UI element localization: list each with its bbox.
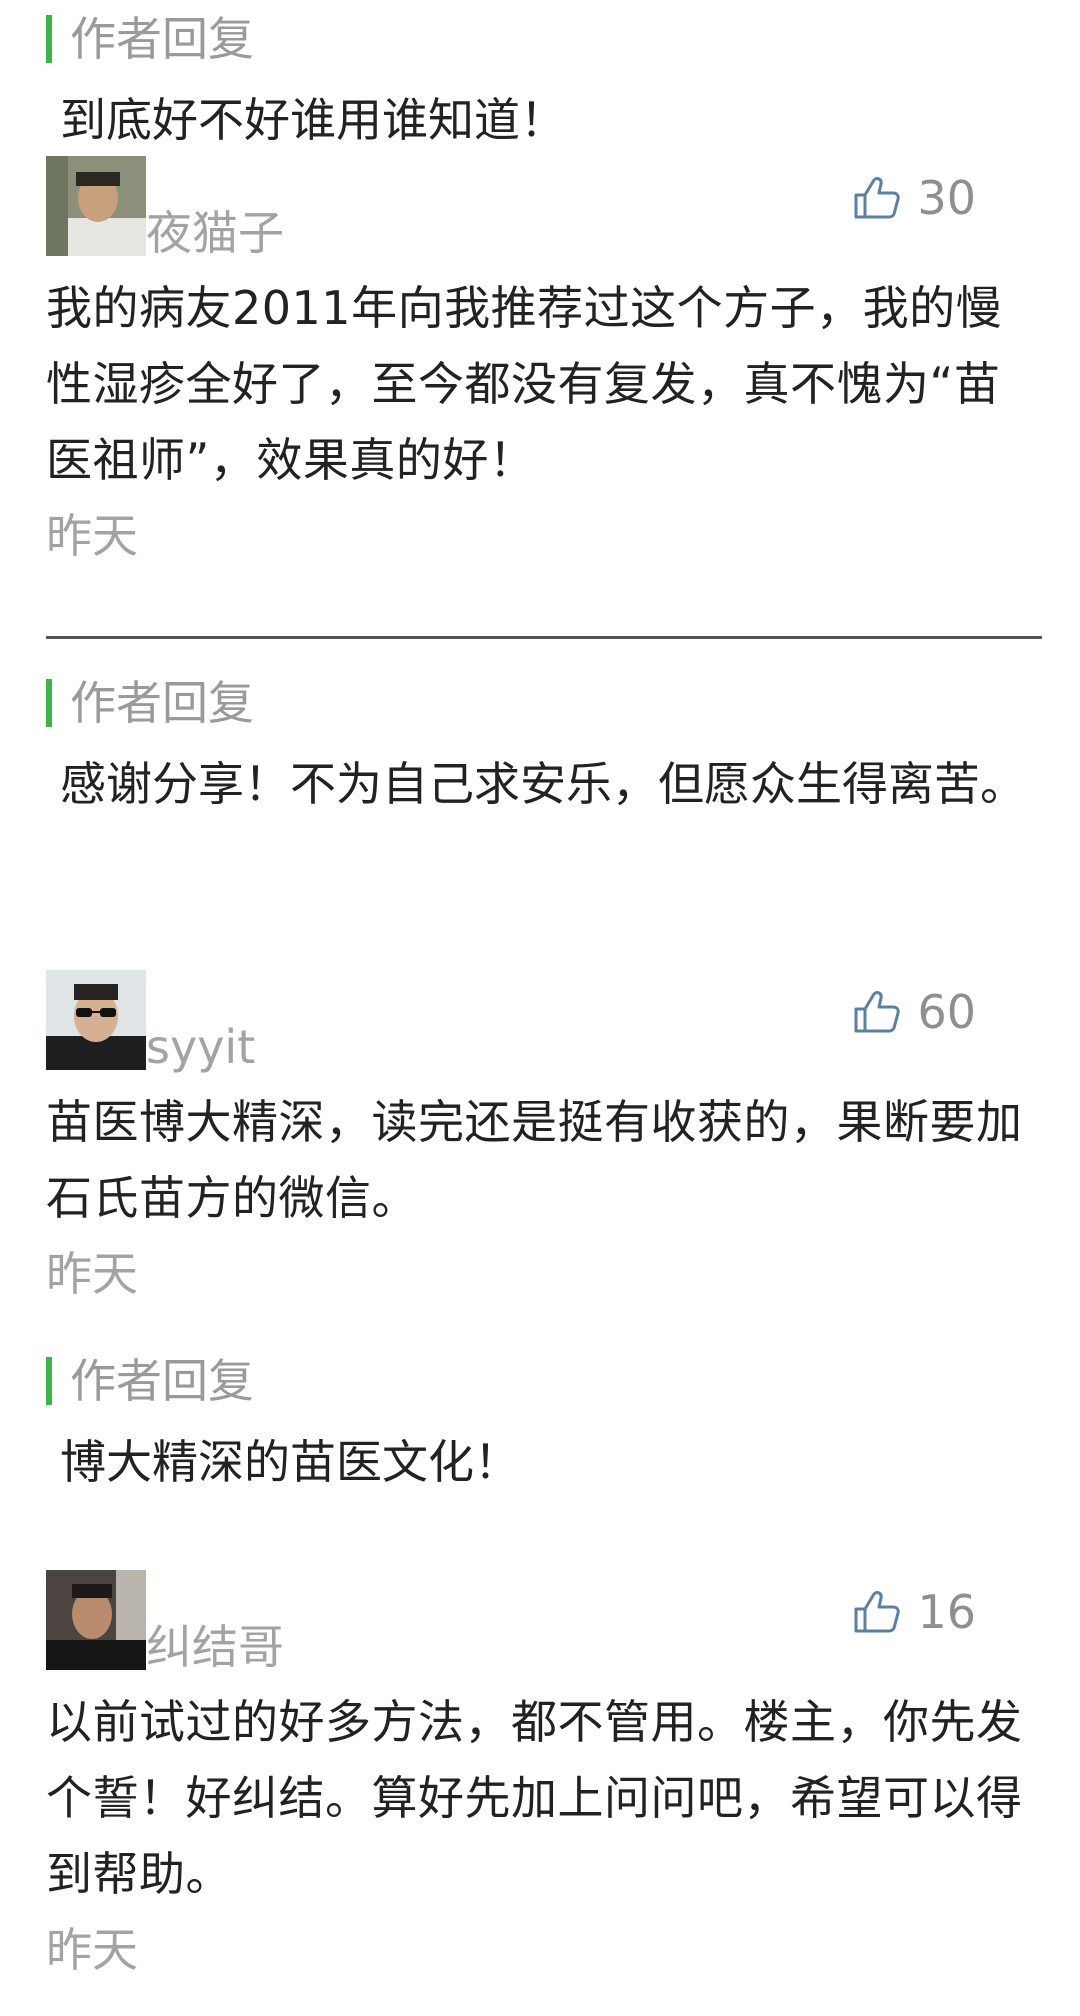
like-button[interactable]: 60 (853, 982, 976, 1042)
comment-text: 我的病友2011年向我推荐过这个方子，我的慢性湿疹全好了，至今都没有复发，真不愧… (46, 281, 1003, 487)
comment-item: syyit 60 苗医博大精深，读完还是挺有收获的，果断要加石氏苗方的微信。 昨… (46, 970, 1036, 1312)
like-count: 60 (917, 985, 976, 1039)
author-reply-text: 博大精深的苗医文化！ (60, 1435, 520, 1489)
like-button[interactable]: 16 (853, 1582, 976, 1642)
author-reply-label: 作者回复 (70, 1354, 254, 1408)
author-reply-text: 感谢分享！不为自己求安乐，但愿众生得离苦。 (60, 757, 1026, 811)
like-button[interactable]: 30 (853, 168, 976, 228)
thumbs-up-icon (854, 991, 901, 1033)
username[interactable]: 夜猫子 (146, 206, 284, 260)
author-reply-header: 作者回复 (46, 1354, 1046, 1408)
comments-page: 作者回复 到底好不好谁用谁知道！ 夜猫子 30 我的病友2011年向我推荐过这个… (0, 0, 1080, 2016)
comment-header: 纠结哥 16 (46, 1570, 1036, 1674)
author-reply-text: 到底好不好谁用谁知道！ (60, 93, 566, 147)
comment-time: 昨天 (46, 1247, 138, 1301)
author-reply-label: 作者回复 (70, 676, 254, 730)
comment-text: 苗医博大精深，读完还是挺有收获的，果断要加石氏苗方的微信。 (46, 1095, 1023, 1225)
author-reply: 作者回复 博大精深的苗医文化！ (46, 1354, 1046, 1500)
avatar[interactable] (46, 156, 146, 256)
author-reply: 作者回复 到底好不好谁用谁知道！ (46, 12, 1046, 158)
author-reply: 作者回复 感谢分享！不为自己求安乐，但愿众生得离苦。 (46, 676, 1046, 822)
avatar[interactable] (46, 1570, 146, 1670)
comment-time: 昨天 (46, 1923, 138, 1977)
comment-item: 纠结哥 16 以前试过的好多方法，都不管用。楼主，你先发个誓！好纠结。算好先加上… (46, 1570, 1036, 1988)
author-reply-accent-bar (46, 15, 52, 63)
author-reply-header: 作者回复 (46, 12, 1046, 66)
comment-time: 昨天 (46, 509, 138, 563)
divider (46, 636, 1042, 639)
like-count: 16 (917, 1585, 976, 1639)
comment-text: 以前试过的好多方法，都不管用。楼主，你先发个誓！好纠结。算好先加上问问吧，希望可… (46, 1695, 1023, 1901)
comment-item: 夜猫子 30 我的病友2011年向我推荐过这个方子，我的慢性湿疹全好了，至今都没… (46, 156, 1036, 574)
author-reply-accent-bar (46, 679, 52, 727)
author-reply-header: 作者回复 (46, 676, 1046, 730)
comment-header: syyit 60 (46, 970, 1036, 1074)
like-count: 30 (917, 171, 976, 225)
thumbs-up-icon (854, 1591, 901, 1633)
author-reply-accent-bar (46, 1357, 52, 1405)
comment-header: 夜猫子 30 (46, 156, 1036, 260)
username[interactable]: syyit (146, 1020, 255, 1074)
username[interactable]: 纠结哥 (146, 1620, 284, 1674)
avatar[interactable] (46, 970, 146, 1070)
author-reply-label: 作者回复 (70, 12, 254, 66)
thumbs-up-icon (854, 177, 901, 219)
